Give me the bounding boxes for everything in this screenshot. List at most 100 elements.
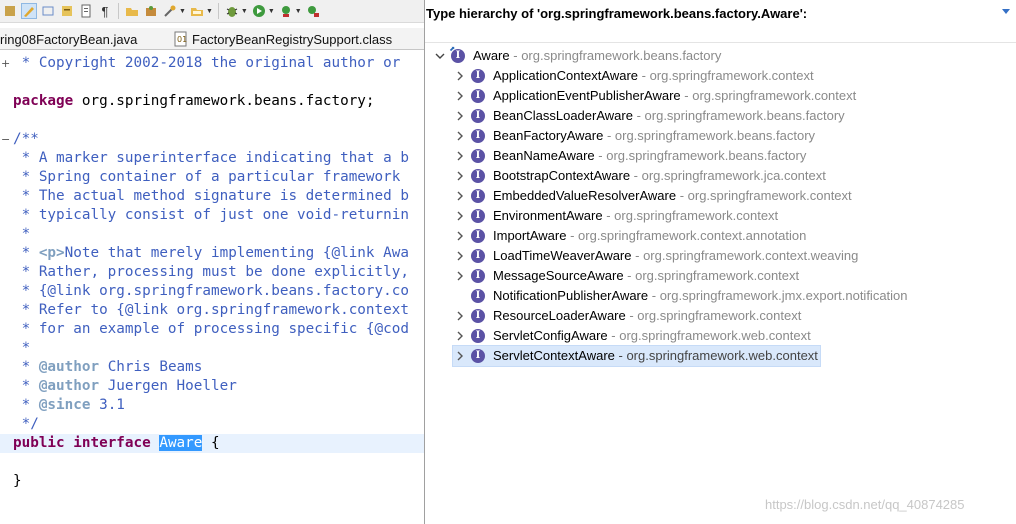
- tree-item[interactable]: I ImportAware - org.springframework.conte…: [453, 226, 808, 246]
- chevron-right-icon[interactable]: [453, 246, 467, 266]
- package-name: org.springframework.context: [637, 308, 802, 323]
- open-type-icon[interactable]: [189, 3, 205, 19]
- debug-icon[interactable]: [224, 3, 240, 19]
- chevron-down-icon[interactable]: ▼: [241, 8, 248, 15]
- type-name: ApplicationEventPublisherAware: [493, 88, 681, 103]
- tab-label: ring08FactoryBean.java: [0, 31, 138, 47]
- tree-root-aware[interactable]: ⬈ I Aware - org.springframework.beans.fac…: [433, 46, 721, 66]
- code-token: Juergen Hoeller: [99, 378, 237, 394]
- code-line-text: * The actual method signature is determi…: [0, 188, 409, 204]
- external-tools-icon[interactable]: [305, 3, 321, 19]
- chevron-right-icon[interactable]: [453, 346, 467, 366]
- code-line: * {@link org.springframework.beans.facto…: [0, 282, 424, 301]
- tree-item[interactable]: I BeanNameAware - org.springframework.bea…: [453, 146, 808, 166]
- chevron-right-icon[interactable]: [453, 166, 467, 186]
- tree-item[interactable]: I NotificationPublisherAware - org.spring…: [453, 286, 910, 306]
- chevron-right-icon[interactable]: [453, 126, 467, 146]
- code-line-text: * typically consist of just one void-ret…: [0, 207, 409, 223]
- tree-item[interactable]: I BeanFactoryAware - org.springframework.…: [453, 126, 817, 146]
- view-menu-icon[interactable]: [1002, 9, 1010, 14]
- fold-collapse-icon[interactable]: −: [1, 130, 11, 149]
- code-token: *: [13, 245, 39, 261]
- coverage-icon[interactable]: [278, 3, 294, 19]
- toggle-bookmark-icon[interactable]: [2, 3, 18, 19]
- package-separator: -: [676, 188, 688, 203]
- tab-spring08-factory-bean[interactable]: ring08FactoryBean.java: [0, 29, 137, 49]
- package-separator: -: [625, 308, 638, 323]
- chevron-down-icon[interactable]: ▼: [179, 8, 186, 15]
- interface-icon: I: [471, 109, 485, 123]
- mark-occurrences-icon[interactable]: [21, 3, 37, 19]
- tree-item[interactable]: I BeanClassLoaderAware - org.springframew…: [453, 106, 847, 126]
- chevron-right-icon[interactable]: [453, 186, 467, 206]
- tree-item[interactable]: I BootstrapContextAware - org.springframe…: [453, 166, 828, 186]
- tree-item[interactable]: I MessageSourceAware - org.springframewor…: [453, 266, 801, 286]
- refactor-icon[interactable]: [162, 3, 178, 19]
- type-name: ServletContextAware: [493, 348, 615, 363]
- run-icon[interactable]: [251, 3, 267, 19]
- chevron-right-icon[interactable]: [453, 326, 467, 346]
- interface-icon: ⬈ I: [449, 46, 465, 63]
- chevron-right-icon[interactable]: [453, 146, 467, 166]
- chevron-right-icon[interactable]: [453, 66, 467, 86]
- type-name: BootstrapContextAware: [493, 168, 631, 183]
- show-source-icon[interactable]: [78, 3, 94, 19]
- type-name: MessageSourceAware: [493, 268, 624, 283]
- code-token: @author: [38, 378, 100, 394]
- interface-icon: I: [471, 169, 485, 183]
- type-name: ImportAware: [493, 228, 567, 243]
- code-line: * A marker superinterface indicating tha…: [0, 149, 424, 168]
- code-token: 3.1: [90, 397, 125, 413]
- package-separator: -: [594, 148, 607, 163]
- code-token: package: [13, 93, 74, 109]
- code-line-text: * for an example of processing specific …: [0, 321, 409, 337]
- chevron-down-icon[interactable]: ▼: [295, 8, 302, 15]
- code-token: * for an example of processing specific …: [13, 321, 409, 337]
- package-separator: -: [623, 268, 636, 283]
- code-token: Chris Beams: [99, 359, 203, 375]
- chevron-right-icon[interactable]: [453, 206, 467, 226]
- code-token: * Spring container of a particular frame…: [13, 169, 401, 185]
- fold-expand-icon[interactable]: +: [1, 54, 11, 73]
- tree-item[interactable]: I LoadTimeWeaverAware - org.springframewo…: [453, 246, 860, 266]
- code-token: * Refer to {@link org.springframework.co…: [13, 302, 409, 318]
- interface-icon: I: [471, 249, 485, 263]
- code-editor[interactable]: * Copyright 2002-2018 the original autho…: [0, 52, 424, 524]
- chevron-right-icon[interactable]: [453, 306, 467, 326]
- chevron-right-icon[interactable]: [453, 106, 467, 126]
- code-line-text: * Refer to {@link org.springframework.co…: [0, 302, 409, 318]
- tree-item[interactable]: I ServletContextAware - org.springframewo…: [452, 345, 821, 367]
- chevron-down-icon[interactable]: [433, 46, 447, 66]
- code-line: * Rather, processing must be done explic…: [0, 263, 424, 282]
- code-line-text: * Copyright 2002-2018 the original autho…: [0, 55, 401, 71]
- chevron-down-icon[interactable]: ▼: [268, 8, 275, 15]
- chevron-down-icon[interactable]: ▼: [206, 8, 213, 15]
- chevron-right-icon[interactable]: [453, 86, 467, 106]
- code-line: [0, 111, 424, 130]
- type-name: EmbeddedValueResolverAware: [493, 188, 677, 203]
- code-token: public: [13, 435, 65, 451]
- chevron-right-icon[interactable]: [453, 266, 467, 286]
- chevron-right-icon[interactable]: [453, 226, 467, 246]
- new-package-icon[interactable]: [143, 3, 159, 19]
- tree-item[interactable]: I ApplicationContextAware - org.springfra…: [453, 66, 816, 86]
- svg-text:01: 01: [177, 35, 187, 44]
- interface-icon: I: [471, 309, 485, 323]
- main-toolbar: ¶ ▼ ▼ ▼ ▼ ▼: [0, 0, 424, 23]
- tab-factory-bean-registry-support[interactable]: 01 FactoryBeanRegistrySupport.class: [173, 29, 392, 49]
- package-separator: -: [509, 48, 522, 63]
- whitespace-icon[interactable]: [59, 3, 75, 19]
- tree-item[interactable]: I EmbeddedValueResolverAware - org.spring…: [453, 186, 854, 206]
- new-java-project-icon[interactable]: [124, 3, 140, 19]
- tree-item[interactable]: I ApplicationEventPublisherAware - org.sp…: [453, 86, 858, 106]
- block-selection-icon[interactable]: [40, 3, 56, 19]
- package-name: org.springframework.context: [687, 188, 852, 203]
- tree-item[interactable]: I ServletConfigAware - org.springframewor…: [453, 326, 813, 346]
- tree-item[interactable]: I EnvironmentAware - org.springframework.…: [453, 206, 780, 226]
- code-line: * Refer to {@link org.springframework.co…: [0, 301, 424, 320]
- package-name: org.springframework.context: [614, 208, 779, 223]
- tree-item[interactable]: I ResourceLoaderAware - org.springframewo…: [453, 306, 803, 326]
- code-line-text: *: [0, 340, 31, 356]
- pilcrow-icon[interactable]: ¶: [97, 3, 113, 19]
- title-divider: [425, 42, 1016, 43]
